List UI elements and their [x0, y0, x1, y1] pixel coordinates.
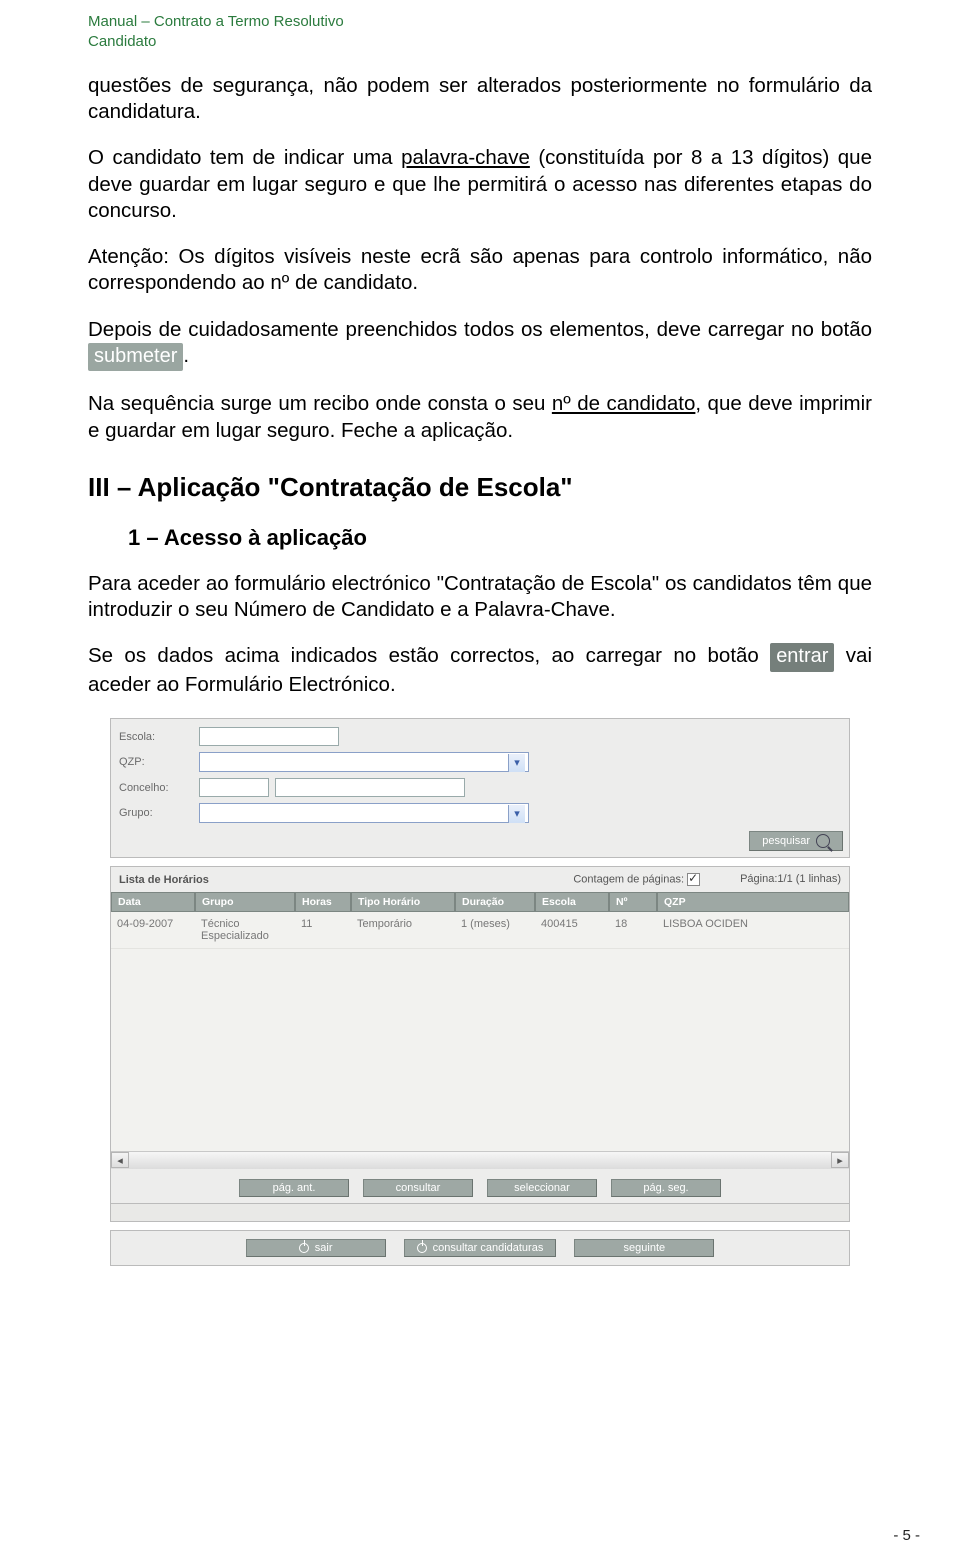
underline-n-candidato: nº de candidato [552, 392, 696, 415]
cell-qzp-val: LISBOA OCIDEN [657, 912, 849, 949]
para-4a: Depois de cuidadosamente preenchidos tod… [88, 318, 872, 341]
cell-data: 04-09-2007 [111, 912, 195, 949]
doc-header: Manual – Contrato a Termo Resolutivo Can… [88, 12, 872, 51]
label-grupo: Grupo: [119, 807, 193, 819]
col-escola[interactable]: Escola [535, 892, 609, 912]
cell-no: 18 [609, 912, 657, 949]
seleccionar-button[interactable]: seleccionar [487, 1179, 597, 1197]
para-7a: Se os dados acima indicados estão correc… [88, 644, 770, 667]
para-7: Se os dados acima indicados estão correc… [88, 643, 872, 698]
list-panel: Lista de Horários Contagem de páginas: P… [110, 866, 850, 1204]
search-panel: Escola: QZP: Concelho: Grupo: pesquisar [110, 718, 850, 858]
table-header-row: Data Grupo Horas Tipo Horário Duração Es… [111, 892, 849, 912]
header-line1: Manual – Contrato a Termo Resolutivo [88, 12, 872, 32]
scrollbar-horizontal[interactable]: ◂ ▸ [111, 1151, 849, 1169]
col-no[interactable]: Nº [609, 892, 657, 912]
table-row[interactable]: 04-09-2007 Técnico Especializado 11 Temp… [111, 912, 849, 949]
para-3: Atenção: Os dígitos visíveis neste ecrã … [88, 244, 872, 296]
app-screenshot: Escola: QZP: Concelho: Grupo: pesquisar … [110, 718, 850, 1266]
entrar-button-label: entrar [770, 643, 834, 672]
power-icon [299, 1243, 309, 1253]
heading-aplicacao: III – Aplicação "Contratação de Escola" [88, 472, 872, 503]
page-number: - 5 - [893, 1527, 920, 1544]
para-2: O candidato tem de indicar uma palavra-c… [88, 145, 872, 224]
scroll-left-button[interactable]: ◂ [111, 1152, 129, 1168]
sair-button[interactable]: sair [246, 1239, 386, 1257]
escola-input[interactable] [199, 727, 339, 746]
col-horas[interactable]: Horas [295, 892, 351, 912]
pesquisar-button[interactable]: pesquisar [749, 831, 843, 851]
cell-duracao: 1 (meses) [455, 912, 535, 949]
concelho-input-1[interactable] [199, 778, 269, 797]
heading-acesso: 1 – Acesso à aplicação [128, 525, 872, 551]
spacer-bar [110, 1204, 850, 1222]
para-5: Na sequência surge um recibo onde consta… [88, 391, 872, 443]
label-escola: Escola: [119, 731, 193, 743]
search-icon [816, 834, 830, 848]
nav-buttons: pág. ant. consultar seleccionar pág. seg… [111, 1169, 849, 1203]
col-grupo[interactable]: Grupo [195, 892, 295, 912]
col-data[interactable]: Data [111, 892, 195, 912]
consultar-candidaturas-button[interactable]: consultar candidaturas [404, 1239, 557, 1257]
para-4: Depois de cuidadosamente preenchidos tod… [88, 317, 872, 372]
cell-escola: 400415 [535, 912, 609, 949]
seguinte-button[interactable]: seguinte [574, 1239, 714, 1257]
scroll-right-button[interactable]: ▸ [831, 1152, 849, 1168]
power-icon [417, 1243, 427, 1253]
para-2a: O candidato tem de indicar uma [88, 146, 401, 169]
submeter-button-label: submeter [88, 343, 183, 372]
list-title: Lista de Horários [119, 874, 209, 886]
col-tipo[interactable]: Tipo Horário [351, 892, 455, 912]
bottom-bar: sair consultar candidaturas seguinte [110, 1230, 850, 1266]
pag-ant-button[interactable]: pág. ant. [239, 1179, 349, 1197]
header-line2: Candidato [88, 32, 872, 52]
cell-horas: 11 [295, 912, 351, 949]
para-4b: . [183, 344, 189, 367]
qzp-select[interactable] [199, 752, 529, 772]
cc-label: consultar candidaturas [433, 1242, 544, 1254]
cell-grupo: Técnico Especializado [195, 912, 295, 949]
label-qzp: QZP: [119, 756, 193, 768]
pesquisar-label: pesquisar [762, 835, 810, 847]
pag-seg-button[interactable]: pág. seg. [611, 1179, 721, 1197]
consultar-button[interactable]: consultar [363, 1179, 473, 1197]
sair-label: sair [315, 1242, 333, 1254]
cell-tipo: Temporário [351, 912, 455, 949]
contagem-label: Contagem de páginas: [573, 874, 684, 886]
para-5a: Na sequência surge um recibo onde consta… [88, 392, 552, 415]
contagem-checkbox[interactable] [687, 873, 700, 886]
para-1: questões de segurança, não podem ser alt… [88, 73, 872, 125]
para-6: Para aceder ao formulário electrónico "C… [88, 571, 872, 623]
list-viewport: ◂ ▸ [111, 949, 849, 1169]
grupo-select[interactable] [199, 803, 529, 823]
underline-palavra-chave: palavra-chave [401, 146, 530, 169]
label-concelho: Concelho: [119, 782, 193, 794]
col-qzp[interactable]: QZP [657, 892, 849, 912]
pagina-info: Página:1/1 (1 linhas) [740, 873, 841, 886]
col-duracao[interactable]: Duração [455, 892, 535, 912]
concelho-input-2[interactable] [275, 778, 465, 797]
